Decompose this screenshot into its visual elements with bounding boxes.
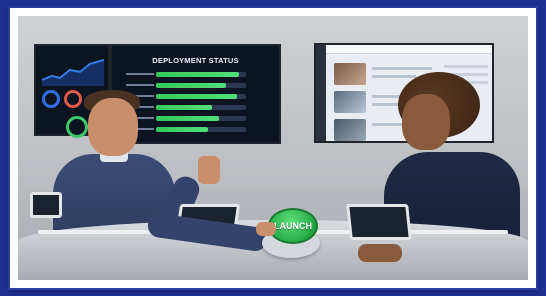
progress-fill (156, 72, 239, 77)
video-thumbnail (334, 63, 366, 85)
progress-fill (156, 116, 219, 121)
woman-hands (358, 244, 402, 262)
progress-fill (156, 94, 237, 99)
gauge-icon (42, 90, 60, 108)
progress-fill (156, 83, 227, 88)
progress-bar (156, 72, 246, 77)
text-line (372, 67, 432, 70)
woman-head (402, 94, 450, 150)
side-panel-line (444, 65, 488, 68)
text-line (372, 75, 416, 78)
app-sidebar (316, 45, 326, 141)
line-chart-graphic (42, 59, 104, 86)
gauge-icon (64, 90, 82, 108)
progress-bar (156, 94, 246, 99)
progress-bar (156, 105, 246, 110)
progress-fill (156, 127, 209, 132)
video-thumbnail (334, 91, 366, 113)
console-tablet (30, 192, 62, 218)
progress-bar (156, 127, 246, 132)
photo: DEPLOYMENT STATUS LAUNCH (18, 16, 528, 280)
deployment-status-title: DEPLOYMENT STATUS (152, 56, 239, 65)
app-header (326, 45, 492, 54)
man-hand-pressing (256, 222, 276, 236)
progress-bar (156, 83, 246, 88)
thumbs-up-hand (198, 156, 220, 184)
video-thumbnail (334, 119, 366, 141)
progress-fill (156, 105, 212, 110)
progress-label (126, 84, 154, 86)
progress-bar (156, 116, 246, 121)
man-head (88, 98, 138, 156)
console-tablet (346, 204, 412, 240)
gauge-icon (66, 116, 88, 138)
progress-label (126, 73, 154, 75)
